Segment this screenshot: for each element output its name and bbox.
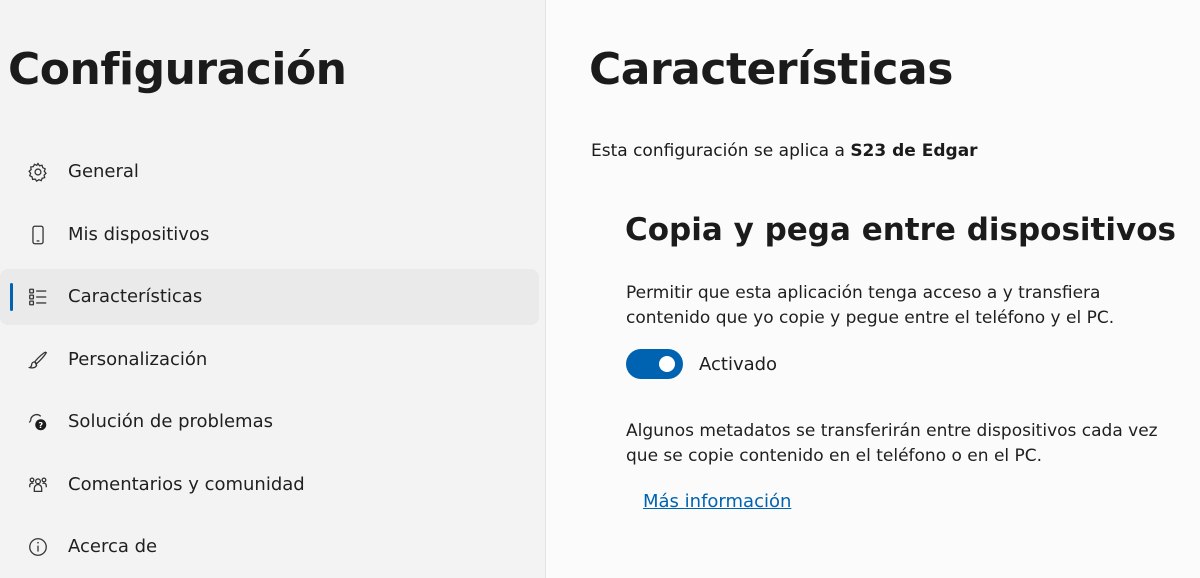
- metadata-note: Algunos metadatos se transferirán entre …: [626, 421, 1158, 466]
- sidebar-item-label: General: [68, 161, 139, 182]
- applies-prefix: Esta configuración se aplica a: [591, 141, 845, 161]
- sidebar-item-label: Mis dispositivos: [68, 223, 210, 245]
- sidebar-item-general[interactable]: General: [0, 144, 539, 200]
- sidebar-item-about[interactable]: Acerca de: [0, 519, 539, 575]
- page-title: Características: [589, 44, 953, 95]
- section-description: Permitir que esta aplicación tenga acces…: [626, 283, 1115, 328]
- sidebar-item-community[interactable]: Comentarios y comunidad: [0, 457, 539, 513]
- sidebar-nav: General Mis dispositivos Características…: [0, 144, 545, 578]
- list-icon: [27, 286, 49, 308]
- sidebar-item-devices[interactable]: Mis dispositivos: [0, 207, 539, 263]
- sidebar-item-label: Comentarios y comunidad: [68, 473, 305, 495]
- device-name: S23 de Edgar: [850, 141, 978, 161]
- copy-paste-toggle[interactable]: [626, 349, 683, 379]
- sidebar-item-label: Solución de problemas: [68, 411, 273, 432]
- sidebar-item-label: Acerca de: [68, 536, 158, 557]
- sidebar-item-label: Características: [68, 286, 203, 307]
- main-content: Características Esta configuración se ap…: [546, 0, 1200, 578]
- troubleshoot-icon: ?: [27, 411, 49, 433]
- settings-window: Configuración General Mis dispositivos C…: [0, 0, 1200, 578]
- sidebar: Configuración General Mis dispositivos C…: [0, 0, 546, 578]
- sidebar-item-personalization[interactable]: Personalización: [0, 332, 539, 388]
- applies-to-text: Esta configuración se aplica a S23 de Ed…: [591, 140, 978, 162]
- info-icon: [27, 536, 49, 558]
- gear-icon: [27, 161, 49, 183]
- section-title: Copia y pega entre dispositivos: [625, 212, 1176, 248]
- sidebar-item-label: Personalización: [68, 348, 208, 370]
- sidebar-item-features[interactable]: Características: [0, 269, 539, 325]
- community-icon: [27, 474, 49, 496]
- more-info-link[interactable]: Más información: [643, 491, 791, 512]
- svg-text:?: ?: [38, 420, 43, 430]
- app-title: Configuración: [8, 44, 347, 95]
- sidebar-item-troubleshoot[interactable]: ? Solución de problemas: [0, 394, 539, 450]
- copy-paste-toggle-row: Activado: [626, 349, 777, 379]
- brush-icon: [27, 349, 49, 371]
- phone-icon: [27, 224, 49, 246]
- toggle-label: Activado: [699, 353, 778, 375]
- toggle-knob: [659, 356, 675, 372]
